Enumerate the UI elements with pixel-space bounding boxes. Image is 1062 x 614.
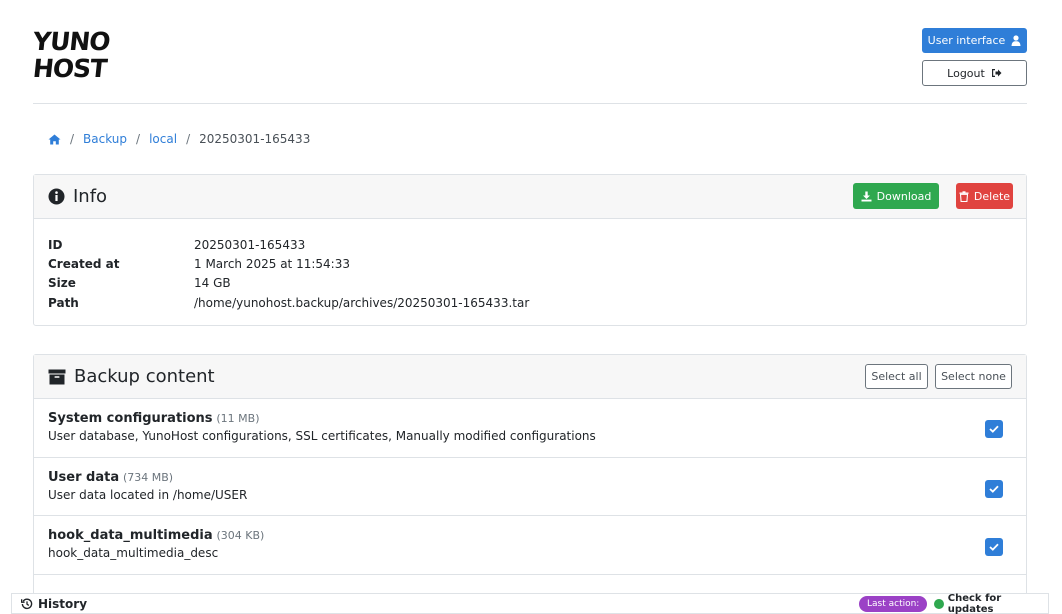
last-action-badge: Last action: xyxy=(859,596,928,612)
breadcrumb-local[interactable]: local xyxy=(149,132,177,146)
backup-item-description: hook_data_multimedia_desc xyxy=(48,546,219,560)
info-row-size: Size 14 GB xyxy=(34,274,1026,293)
info-key: Created at xyxy=(48,256,120,271)
info-details: ID 20250301-165433 Created at 1 March 20… xyxy=(34,219,1026,312)
history-bar: History Last action: Check for updates xyxy=(11,593,1049,614)
info-key: ID xyxy=(48,237,63,252)
download-label: Download xyxy=(876,189,932,203)
download-icon xyxy=(861,191,872,201)
backup-content-card: Backup content Select all Select none Sy… xyxy=(33,354,1027,614)
success-status-icon xyxy=(934,599,944,609)
info-key: Path xyxy=(48,295,79,310)
backup-item-checkbox[interactable] xyxy=(985,538,1003,556)
backup-item-checkbox[interactable] xyxy=(985,420,1003,438)
breadcrumb-current: 20250301-165433 xyxy=(199,132,311,146)
backup-item-system-configurations[interactable]: System configurations (11 MB) User datab… xyxy=(34,399,1026,458)
logout-label: Logout xyxy=(947,66,985,80)
yunohost-logo[interactable]: YUNO HOST xyxy=(31,27,112,86)
logout-button[interactable]: Logout xyxy=(922,60,1027,86)
user-interface-label: User interface xyxy=(927,34,1006,47)
info-key: Size xyxy=(48,276,76,291)
info-row-path: Path /home/yunohost.backup/archives/2025… xyxy=(34,293,1026,312)
archive-icon xyxy=(48,369,66,384)
trash-icon xyxy=(959,190,969,202)
sign-out-icon xyxy=(991,69,1002,77)
user-icon xyxy=(1011,35,1021,46)
history-icon xyxy=(21,598,33,609)
info-circle-icon xyxy=(48,188,65,205)
backup-item-checkbox[interactable] xyxy=(985,480,1003,498)
backup-item-name: System configurations xyxy=(48,411,213,426)
info-value: 1 March 2025 at 11:54:33 xyxy=(194,256,350,271)
breadcrumb: / Backup / local / 20250301-165433 xyxy=(48,130,310,148)
top-header: YUNO HOST User interface Logout xyxy=(31,0,1027,104)
backup-item-heading: User data (734 MB) xyxy=(48,470,1012,485)
info-title-text: Info xyxy=(73,186,108,207)
breadcrumb-separator: / xyxy=(136,132,141,146)
backup-content-title-text: Backup content xyxy=(74,366,215,387)
check-icon xyxy=(989,543,999,551)
info-title: Info xyxy=(48,186,107,207)
info-card: Info Download Delete ID 20250301-165433 … xyxy=(33,174,1027,326)
backup-item-size: (11 MB) xyxy=(216,412,260,425)
delete-label: Delete xyxy=(973,189,1011,203)
history-toggle[interactable]: History xyxy=(21,597,87,611)
history-label: History xyxy=(38,596,88,611)
info-row-created-at: Created at 1 March 2025 at 11:54:33 xyxy=(34,254,1026,273)
backup-content-header: Backup content Select all Select none xyxy=(34,355,1026,399)
logo-line-1: YUNO xyxy=(31,27,112,56)
delete-button[interactable]: Delete xyxy=(956,183,1013,209)
logo-line-2: HOST xyxy=(31,54,108,83)
select-none-button[interactable]: Select none xyxy=(935,364,1012,389)
backup-item-description: User database, YunoHost configurations, … xyxy=(48,429,596,443)
backup-item-size: (734 MB) xyxy=(122,471,174,484)
info-row-id: ID 20250301-165433 xyxy=(34,235,1026,254)
check-icon xyxy=(989,425,999,433)
backup-item-heading: hook_data_multimedia (304 KB) xyxy=(48,528,1012,543)
info-card-header: Info Download Delete xyxy=(34,175,1026,219)
backup-item-hook-data-multimedia[interactable]: hook_data_multimedia (304 KB) hook_data_… xyxy=(34,516,1026,575)
home-icon[interactable] xyxy=(48,134,61,145)
user-interface-button[interactable]: User interface xyxy=(922,28,1027,53)
breadcrumb-backup[interactable]: Backup xyxy=(83,132,127,146)
last-action-item[interactable]: Check for updates xyxy=(934,593,1048,614)
info-value: 14 GB xyxy=(194,276,231,291)
last-action-text: Check for updates xyxy=(947,593,1002,614)
backup-item-name: hook_data_multimedia xyxy=(48,528,213,543)
backup-item-description: User data located in /home/USER xyxy=(48,488,248,502)
download-button[interactable]: Download xyxy=(853,183,939,209)
backup-content-title: Backup content xyxy=(48,366,215,387)
backup-item-size: (304 KB) xyxy=(216,529,265,542)
info-value: /home/yunohost.backup/archives/20250301-… xyxy=(194,295,530,310)
breadcrumb-separator: / xyxy=(70,132,75,146)
backup-item-user-data[interactable]: User data (734 MB) User data located in … xyxy=(34,458,1026,516)
select-all-button[interactable]: Select all xyxy=(865,364,928,389)
breadcrumb-separator: / xyxy=(186,132,191,146)
check-icon xyxy=(989,485,999,493)
backup-item-heading: System configurations (11 MB) xyxy=(48,411,1012,426)
info-value: 20250301-165433 xyxy=(194,237,306,252)
backup-item-name: User data xyxy=(48,470,120,485)
